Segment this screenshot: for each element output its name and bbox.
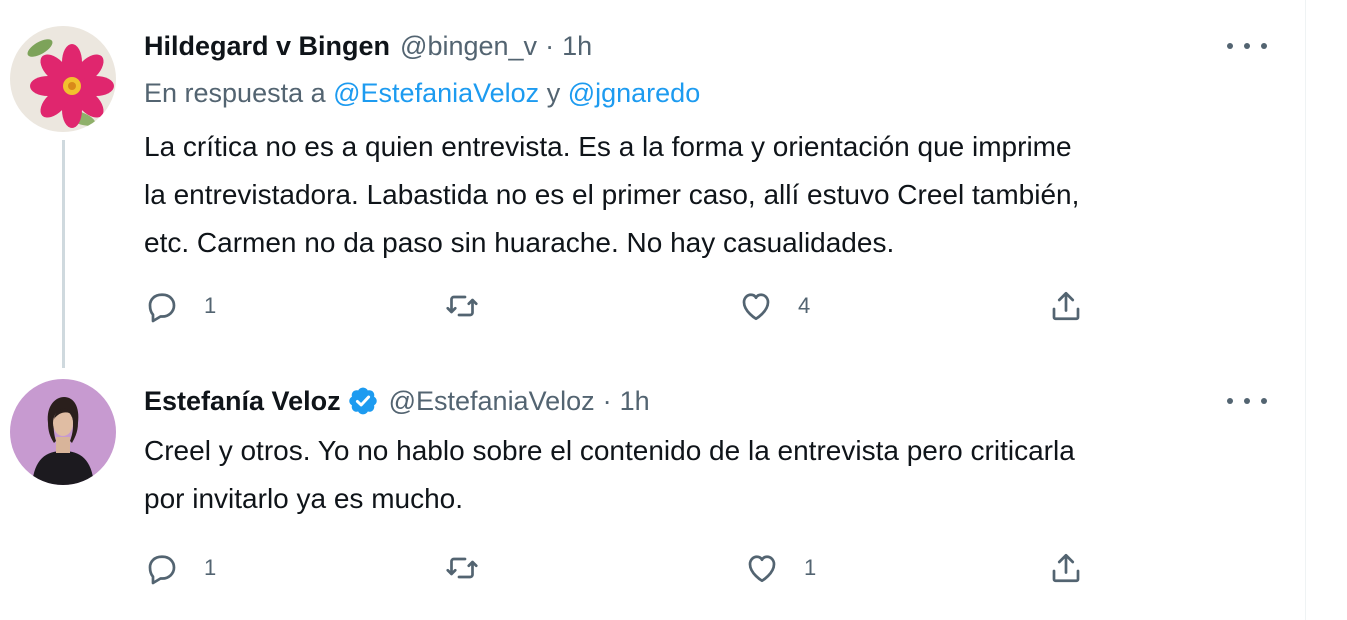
reply-icon	[148, 555, 176, 585]
like-button[interactable]: 1	[744, 548, 816, 588]
retweet-button[interactable]	[444, 548, 504, 588]
share-button[interactable]	[1048, 286, 1084, 326]
pink-flower-avatar-icon	[10, 26, 116, 132]
tweet-text-line: etc. Carmen no da paso sin huarache. No …	[144, 227, 895, 258]
reply-icon	[148, 293, 176, 323]
separator-dot: ·	[602, 385, 612, 416]
share-icon	[1052, 291, 1080, 321]
more-options-icon[interactable]	[1227, 36, 1267, 56]
author-name[interactable]: Hildegard v Bingen	[144, 31, 390, 62]
tweet-thread: Hildegard v Bingen @bingen_v · 1h En res…	[0, 0, 1306, 620]
separator-dot: ·	[545, 30, 555, 61]
tweet-text: Creel y otros. Yo no hablo sobre el cont…	[144, 427, 1274, 523]
tweet-text-line: por invitarlo ya es mucho.	[144, 483, 464, 514]
avatar[interactable]	[10, 26, 116, 132]
tweet-timestamp[interactable]: 1h	[620, 386, 650, 417]
tweet-text: La crítica no es a quien entrevista. Es …	[144, 123, 1274, 267]
woman-portrait-avatar-icon	[10, 379, 116, 485]
retweet-button[interactable]	[444, 286, 504, 326]
like-count: 1	[804, 555, 817, 580]
tweet-actions: 1 4	[144, 286, 1104, 326]
verified-badge-icon	[348, 387, 377, 415]
author-handle[interactable]: @bingen_v	[400, 31, 537, 62]
reply-context: En respuesta a @EstefaniaVeloz y @jgnare…	[144, 78, 700, 109]
like-count: 4	[798, 293, 811, 318]
tweet-text-line: La crítica no es a quien entrevista. Es …	[144, 131, 1072, 162]
share-button[interactable]	[1048, 548, 1084, 588]
reply-count: 1	[204, 555, 217, 580]
tweet-header: Estefanía Veloz @EstefaniaVeloz · 1h	[144, 381, 650, 421]
heart-icon	[748, 555, 776, 583]
reply-button[interactable]: 1	[144, 286, 216, 326]
retweet-icon	[446, 557, 478, 579]
reply-joiner: y	[546, 78, 561, 108]
more-options-icon[interactable]	[1227, 391, 1267, 411]
tweet-reply-hildegard[interactable]: Hildegard v Bingen @bingen_v · 1h En res…	[0, 0, 1305, 355]
mention-link-1[interactable]: @EstefaniaVeloz	[333, 78, 539, 108]
tweet-timestamp[interactable]: 1h	[562, 31, 592, 62]
reply-count: 1	[204, 293, 217, 318]
tweet-text-line: la entrevistadora. Labastida no es el pr…	[144, 179, 1080, 210]
tweet-actions: 1 1	[144, 548, 1104, 588]
tweet-reply-estefania[interactable]: Estefanía Veloz @EstefaniaVeloz · 1h Cre…	[0, 355, 1305, 617]
share-icon	[1052, 553, 1080, 583]
heart-icon	[742, 293, 770, 321]
avatar[interactable]	[10, 379, 116, 485]
author-name[interactable]: Estefanía Veloz	[144, 386, 341, 417]
retweet-icon	[446, 295, 478, 317]
reply-button[interactable]: 1	[144, 548, 216, 588]
tweet-header: Hildegard v Bingen @bingen_v · 1h	[144, 26, 592, 66]
mention-link-2[interactable]: @jgnaredo	[568, 78, 701, 108]
like-button[interactable]: 4	[738, 286, 810, 326]
tweet-text-line: Creel y otros. Yo no hablo sobre el cont…	[144, 435, 1075, 466]
reply-prefix: En respuesta a	[144, 78, 326, 108]
author-handle[interactable]: @EstefaniaVeloz	[389, 386, 595, 417]
